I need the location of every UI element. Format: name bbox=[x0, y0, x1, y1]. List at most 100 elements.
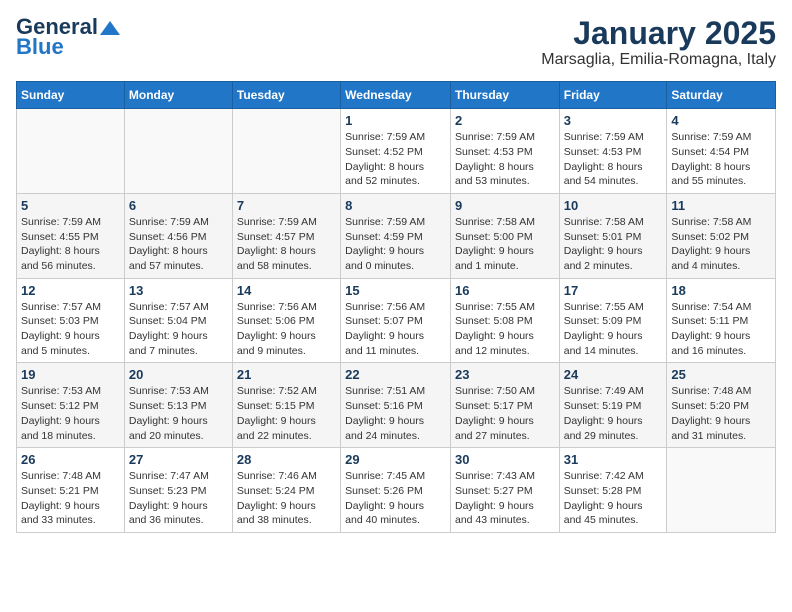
weekday-header: Sunday bbox=[17, 82, 125, 109]
day-info: Sunrise: 7:59 AM Sunset: 4:54 PM Dayligh… bbox=[671, 130, 771, 189]
day-number: 19 bbox=[21, 367, 120, 382]
calendar-cell: 26Sunrise: 7:48 AM Sunset: 5:21 PM Dayli… bbox=[17, 448, 125, 533]
day-number: 29 bbox=[345, 452, 446, 467]
day-number: 31 bbox=[564, 452, 663, 467]
day-number: 20 bbox=[129, 367, 228, 382]
day-number: 23 bbox=[455, 367, 555, 382]
day-number: 2 bbox=[455, 113, 555, 128]
calendar-cell: 12Sunrise: 7:57 AM Sunset: 5:03 PM Dayli… bbox=[17, 278, 125, 363]
day-number: 4 bbox=[671, 113, 771, 128]
day-number: 15 bbox=[345, 283, 446, 298]
header: General Blue January 2025 Marsaglia, Emi… bbox=[16, 16, 776, 69]
day-info: Sunrise: 7:51 AM Sunset: 5:16 PM Dayligh… bbox=[345, 384, 446, 443]
day-info: Sunrise: 7:58 AM Sunset: 5:00 PM Dayligh… bbox=[455, 215, 555, 274]
day-number: 9 bbox=[455, 198, 555, 213]
weekday-header: Thursday bbox=[450, 82, 559, 109]
calendar-cell: 21 Sunrise: 7:52 AM Sunset: 5:15 PM Dayli… bbox=[232, 363, 340, 448]
day-info: Sunrise: 7:58 AM Sunset: 5:02 PM Dayligh… bbox=[671, 215, 771, 274]
calendar-cell: 18 Sunrise: 7:54 AM Sunset: 5:11 PM Dayli… bbox=[667, 278, 776, 363]
logo: General Blue bbox=[16, 16, 120, 60]
day-info: Sunrise: 7:59 AM Sunset: 4:52 PM Dayligh… bbox=[345, 130, 446, 189]
day-info: Sunrise: 7:43 AM Sunset: 5:27 PM Dayligh… bbox=[455, 469, 555, 528]
calendar-cell: 1 Sunrise: 7:59 AM Sunset: 4:52 PM Daylig… bbox=[341, 109, 451, 194]
day-info: Sunrise: 7:59 AM Sunset: 4:55 PM Dayligh… bbox=[21, 215, 120, 274]
day-number: 27 bbox=[129, 452, 228, 467]
day-info: Sunrise: 7:55 AM Sunset: 5:08 PM Dayligh… bbox=[455, 300, 555, 359]
day-info: Sunrise: 7:49 AM Sunset: 5:19 PM Dayligh… bbox=[564, 384, 663, 443]
calendar-cell bbox=[124, 109, 232, 194]
day-info: Sunrise: 7:59 AM Sunset: 4:57 PM Dayligh… bbox=[237, 215, 336, 274]
day-info: Sunrise: 7:47 AM Sunset: 5:23 PM Dayligh… bbox=[129, 469, 228, 528]
calendar-cell bbox=[667, 448, 776, 533]
weekday-header: Tuesday bbox=[232, 82, 340, 109]
weekday-header: Wednesday bbox=[341, 82, 451, 109]
calendar-week-row: 19 Sunrise: 7:53 AM Sunset: 5:12 PM Dayli… bbox=[17, 363, 776, 448]
day-info: Sunrise: 7:48 AM Sunset: 5:21 PM Dayligh… bbox=[21, 469, 120, 528]
day-number: 25 bbox=[671, 367, 771, 382]
calendar-cell: 3 Sunrise: 7:59 AM Sunset: 4:53 PM Daylig… bbox=[559, 109, 667, 194]
day-info: Sunrise: 7:59 AM Sunset: 4:56 PM Dayligh… bbox=[129, 215, 228, 274]
calendar-cell: 2 Sunrise: 7:59 AM Sunset: 4:53 PM Daylig… bbox=[450, 109, 559, 194]
day-info: Sunrise: 7:48 AM Sunset: 5:20 PM Dayligh… bbox=[671, 384, 771, 443]
calendar-cell: 9 Sunrise: 7:58 AM Sunset: 5:00 PM Daylig… bbox=[450, 193, 559, 278]
calendar-header-row: SundayMondayTuesdayWednesdayThursdayFrid… bbox=[17, 82, 776, 109]
day-info: Sunrise: 7:45 AM Sunset: 5:26 PM Dayligh… bbox=[345, 469, 446, 528]
day-info: Sunrise: 7:46 AM Sunset: 5:24 PM Dayligh… bbox=[237, 469, 336, 528]
calendar-cell: 8 Sunrise: 7:59 AM Sunset: 4:59 PM Daylig… bbox=[341, 193, 451, 278]
day-info: Sunrise: 7:50 AM Sunset: 5:17 PM Dayligh… bbox=[455, 384, 555, 443]
weekday-header: Friday bbox=[559, 82, 667, 109]
calendar-cell: 5 Sunrise: 7:59 AM Sunset: 4:55 PM Daylig… bbox=[17, 193, 125, 278]
day-number: 16 bbox=[455, 283, 555, 298]
calendar-cell: 20 Sunrise: 7:53 AM Sunset: 5:13 PM Dayli… bbox=[124, 363, 232, 448]
calendar-cell: 14Sunrise: 7:56 AM Sunset: 5:06 PM Dayli… bbox=[232, 278, 340, 363]
day-number: 17 bbox=[564, 283, 663, 298]
day-number: 5 bbox=[21, 198, 120, 213]
calendar-cell: 11 Sunrise: 7:58 AM Sunset: 5:02 PM Dayli… bbox=[667, 193, 776, 278]
day-info: Sunrise: 7:58 AM Sunset: 5:01 PM Dayligh… bbox=[564, 215, 663, 274]
title-area: January 2025 Marsaglia, Emilia-Romagna, … bbox=[541, 16, 776, 69]
page-subtitle: Marsaglia, Emilia-Romagna, Italy bbox=[541, 51, 776, 69]
day-info: Sunrise: 7:57 AM Sunset: 5:04 PM Dayligh… bbox=[129, 300, 228, 359]
day-info: Sunrise: 7:59 AM Sunset: 4:53 PM Dayligh… bbox=[564, 130, 663, 189]
day-number: 8 bbox=[345, 198, 446, 213]
calendar-week-row: 5 Sunrise: 7:59 AM Sunset: 4:55 PM Daylig… bbox=[17, 193, 776, 278]
day-info: Sunrise: 7:59 AM Sunset: 4:59 PM Dayligh… bbox=[345, 215, 446, 274]
calendar-cell: 29 Sunrise: 7:45 AM Sunset: 5:26 PM Dayli… bbox=[341, 448, 451, 533]
calendar-cell: 6 Sunrise: 7:59 AM Sunset: 4:56 PM Daylig… bbox=[124, 193, 232, 278]
day-info: Sunrise: 7:55 AM Sunset: 5:09 PM Dayligh… bbox=[564, 300, 663, 359]
day-info: Sunrise: 7:42 AM Sunset: 5:28 PM Dayligh… bbox=[564, 469, 663, 528]
day-number: 18 bbox=[671, 283, 771, 298]
day-number: 21 bbox=[237, 367, 336, 382]
day-number: 1 bbox=[345, 113, 446, 128]
calendar-cell bbox=[232, 109, 340, 194]
day-info: Sunrise: 7:53 AM Sunset: 5:13 PM Dayligh… bbox=[129, 384, 228, 443]
calendar-cell: 30Sunrise: 7:43 AM Sunset: 5:27 PM Dayli… bbox=[450, 448, 559, 533]
day-info: Sunrise: 7:59 AM Sunset: 4:53 PM Dayligh… bbox=[455, 130, 555, 189]
page-title: January 2025 bbox=[541, 16, 776, 51]
calendar-cell: 23 Sunrise: 7:50 AM Sunset: 5:17 PM Dayli… bbox=[450, 363, 559, 448]
calendar-cell: 15Sunrise: 7:56 AM Sunset: 5:07 PM Dayli… bbox=[341, 278, 451, 363]
calendar-cell: 19 Sunrise: 7:53 AM Sunset: 5:12 PM Dayli… bbox=[17, 363, 125, 448]
day-number: 28 bbox=[237, 452, 336, 467]
calendar-cell: 27 Sunrise: 7:47 AM Sunset: 5:23 PM Dayli… bbox=[124, 448, 232, 533]
calendar-week-row: 12Sunrise: 7:57 AM Sunset: 5:03 PM Dayli… bbox=[17, 278, 776, 363]
day-info: Sunrise: 7:54 AM Sunset: 5:11 PM Dayligh… bbox=[671, 300, 771, 359]
calendar-cell: 10 Sunrise: 7:58 AM Sunset: 5:01 PM Dayli… bbox=[559, 193, 667, 278]
day-number: 6 bbox=[129, 198, 228, 213]
calendar-cell: 28 Sunrise: 7:46 AM Sunset: 5:24 PM Dayli… bbox=[232, 448, 340, 533]
day-info: Sunrise: 7:52 AM Sunset: 5:15 PM Dayligh… bbox=[237, 384, 336, 443]
calendar-cell: 25 Sunrise: 7:48 AM Sunset: 5:20 PM Dayli… bbox=[667, 363, 776, 448]
day-info: Sunrise: 7:57 AM Sunset: 5:03 PM Dayligh… bbox=[21, 300, 120, 359]
day-number: 11 bbox=[671, 198, 771, 213]
calendar-cell: 4 Sunrise: 7:59 AM Sunset: 4:54 PM Daylig… bbox=[667, 109, 776, 194]
calendar-cell bbox=[17, 109, 125, 194]
calendar-cell: 24Sunrise: 7:49 AM Sunset: 5:19 PM Dayli… bbox=[559, 363, 667, 448]
day-info: Sunrise: 7:53 AM Sunset: 5:12 PM Dayligh… bbox=[21, 384, 120, 443]
calendar-cell: 16 Sunrise: 7:55 AM Sunset: 5:08 PM Dayli… bbox=[450, 278, 559, 363]
logo-blue: Blue bbox=[16, 34, 64, 60]
day-number: 14 bbox=[237, 283, 336, 298]
calendar-table: SundayMondayTuesdayWednesdayThursdayFrid… bbox=[16, 81, 776, 533]
calendar-cell: 17 Sunrise: 7:55 AM Sunset: 5:09 PM Dayli… bbox=[559, 278, 667, 363]
day-number: 10 bbox=[564, 198, 663, 213]
day-number: 3 bbox=[564, 113, 663, 128]
